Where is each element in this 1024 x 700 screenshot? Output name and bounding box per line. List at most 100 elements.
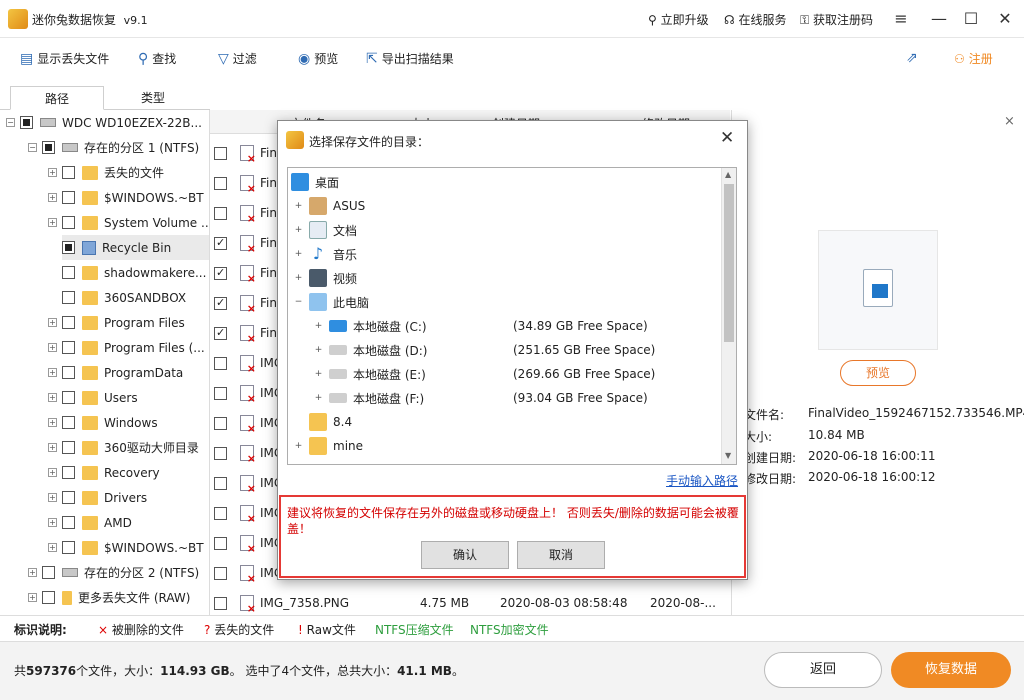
tree-item[interactable]: + Users [48, 385, 138, 410]
expand-icon[interactable]: + [48, 343, 57, 352]
checkbox[interactable] [62, 266, 75, 279]
expand-icon[interactable]: + [48, 543, 57, 552]
expand-icon[interactable]: + [314, 393, 323, 403]
expand-icon[interactable]: + [294, 273, 303, 283]
dialog-close-icon[interactable]: ✕ [720, 128, 734, 148]
checkbox[interactable] [42, 591, 55, 604]
checkbox[interactable] [62, 416, 75, 429]
preview-button[interactable]: 预览 [840, 360, 916, 386]
tree-item[interactable]: + Program Files [48, 310, 185, 335]
tree-item-partition-1[interactable]: − 存在的分区 1 (NTFS) [28, 135, 199, 160]
folder-node[interactable]: + ASUS [294, 194, 365, 218]
tree-item[interactable]: + Drivers [48, 485, 147, 510]
folder-node[interactable]: + 视频 [294, 266, 357, 290]
checkbox[interactable] [62, 366, 75, 379]
minimize-button[interactable]: — [926, 6, 952, 32]
expand-icon[interactable]: + [48, 218, 57, 227]
get-register-code-link[interactable]: ⚿ 获取注册码 [800, 11, 873, 28]
checkbox[interactable] [42, 566, 55, 579]
scrollbar[interactable]: ▲ ▼ [721, 168, 736, 464]
tree-item-lost-files[interactable]: + 丢失的文件 [48, 160, 164, 185]
expand-icon[interactable]: + [48, 518, 57, 527]
checkbox[interactable] [20, 116, 33, 129]
scroll-thumb[interactable] [724, 184, 734, 342]
tree-item[interactable]: + ProgramData [48, 360, 183, 385]
scroll-up-icon[interactable]: ▲ [725, 170, 731, 179]
collapse-icon[interactable]: − [28, 143, 37, 152]
drive-node-d[interactable]: + 本地磁盘 (D:) (251.65 GB Free Space) [314, 338, 656, 362]
upgrade-link[interactable]: ⚲ 立即升级 [648, 11, 709, 28]
expand-icon[interactable]: + [48, 443, 57, 452]
tree-item[interactable]: +360驱动大师目录 [48, 435, 199, 460]
tree-item-recycle-bin[interactable]: Recycle Bin [62, 235, 209, 260]
expand-icon[interactable]: + [48, 318, 57, 327]
checkbox[interactable] [62, 441, 75, 454]
tree-item[interactable]: + AMD [48, 510, 132, 535]
checkbox[interactable] [214, 386, 227, 400]
expand-icon[interactable]: + [314, 321, 323, 331]
register-button[interactable]: ⚇ 注册 [954, 50, 993, 67]
checkbox[interactable] [214, 296, 227, 310]
file-row[interactable]: IMG_7358.PNG4.75 MB2020-08-03 08:58:4820… [210, 588, 730, 615]
folder-node[interactable]: + ♪ 音乐 [294, 242, 357, 266]
drive-node-f[interactable]: + 本地磁盘 (F:) (93.04 GB Free Space) [314, 386, 648, 410]
checkbox[interactable] [214, 596, 227, 610]
menu-button[interactable]: ≡ [888, 6, 914, 32]
checkbox[interactable] [62, 391, 75, 404]
expand-icon[interactable]: + [294, 249, 303, 259]
show-lost-files-button[interactable]: ▤ 显示丢失文件 [20, 50, 109, 67]
tree-item[interactable]: + Program Files (... [48, 335, 205, 360]
expand-icon[interactable]: + [314, 345, 323, 355]
online-service-link[interactable]: ☊ 在线服务 [724, 11, 787, 28]
checkbox[interactable] [214, 536, 227, 550]
expand-icon[interactable]: + [48, 168, 57, 177]
checkbox[interactable] [214, 326, 227, 340]
checkbox[interactable] [214, 176, 227, 190]
expand-icon[interactable]: + [48, 468, 57, 477]
checkbox[interactable] [62, 291, 75, 304]
tree-item-partition-2[interactable]: + 存在的分区 2 (NTFS) [28, 560, 199, 585]
expand-icon[interactable]: + [48, 368, 57, 377]
tree-item[interactable]: + System Volume ... [48, 210, 209, 235]
checkbox[interactable] [214, 416, 227, 430]
manual-path-link[interactable]: 手动输入路径 [666, 472, 738, 489]
expand-icon[interactable]: + [294, 441, 303, 451]
filter-button[interactable]: ▽ 过滤 [218, 50, 257, 67]
checkbox[interactable] [62, 191, 75, 204]
export-scan-button[interactable]: ⇱ 导出扫描结果 [366, 50, 454, 67]
preview-close-icon[interactable]: × [1004, 114, 1015, 129]
drive-node-c[interactable]: + 本地磁盘 (C:) (34.89 GB Free Space) [314, 314, 648, 338]
checkbox[interactable] [62, 541, 75, 554]
folder-node[interactable]: + mine [294, 434, 363, 458]
expand-icon[interactable]: + [48, 493, 57, 502]
recover-data-button[interactable]: 恢复数据 [891, 652, 1011, 688]
tab-path[interactable]: 路径 [10, 86, 104, 110]
cancel-button[interactable]: 取消 [517, 541, 605, 569]
share-button[interactable]: ⇗ [906, 50, 918, 66]
folder-node-desktop[interactable]: 桌面 [291, 170, 339, 194]
checkbox[interactable] [62, 216, 75, 229]
tab-type[interactable]: 类型 [106, 86, 200, 110]
expand-icon[interactable]: + [294, 225, 303, 235]
tree-item-raw[interactable]: + 更多丢失文件 (RAW) [28, 585, 190, 610]
tree-item-disk[interactable]: − WDC WD10EZEX-22B... [6, 110, 202, 135]
checkbox[interactable] [62, 341, 75, 354]
checkbox[interactable] [214, 566, 227, 580]
expand-icon[interactable]: + [314, 369, 323, 379]
expand-icon[interactable]: + [48, 393, 57, 402]
collapse-icon[interactable]: − [294, 297, 303, 307]
checkbox[interactable] [214, 146, 227, 160]
maximize-button[interactable]: ☐ [958, 6, 984, 32]
checkbox[interactable] [42, 141, 55, 154]
tree-item[interactable]: shadowmakere... [62, 260, 206, 285]
checkbox[interactable] [214, 476, 227, 490]
checkbox[interactable] [62, 491, 75, 504]
checkbox[interactable] [214, 506, 227, 520]
tree-item[interactable]: + Recovery [48, 460, 160, 485]
checkbox[interactable] [214, 206, 227, 220]
tree-item[interactable]: + $WINDOWS.~BT [48, 535, 204, 560]
checkbox[interactable] [214, 356, 227, 370]
folder-node[interactable]: 8.4 [309, 410, 352, 434]
checkbox[interactable] [214, 446, 227, 460]
expand-icon[interactable]: + [294, 201, 303, 211]
